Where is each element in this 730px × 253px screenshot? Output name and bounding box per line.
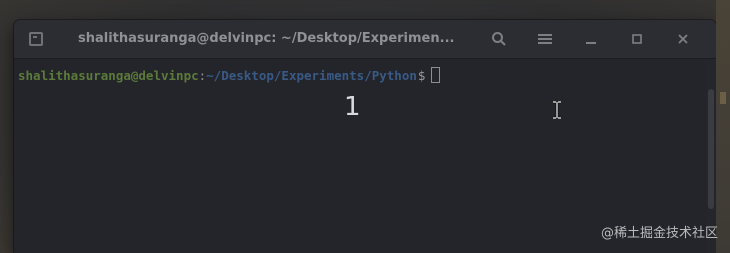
step-number: 1 <box>344 92 361 122</box>
desktop: shalithasuranga@delvinpc: ~/Desktop/Expe… <box>0 0 730 253</box>
prompt-line: shalithasuranga@delvinpc: ~/Desktop/Exper… <box>18 65 702 85</box>
scrollbar-thumb[interactable] <box>708 89 714 209</box>
maximize-button[interactable] <box>614 20 660 58</box>
text-cursor <box>431 67 441 83</box>
new-tab-button[interactable] <box>14 32 58 46</box>
prompt-path: ~/Desktop/Experiments/Python <box>206 67 417 83</box>
prompt-user-host: shalithasuranga@delvinpc <box>18 67 199 83</box>
minimize-icon <box>586 42 596 44</box>
desktop-edge <box>716 0 730 253</box>
hamburger-menu-icon <box>538 34 552 44</box>
minimize-button[interactable] <box>568 20 614 58</box>
menu-button[interactable] <box>522 20 568 58</box>
edge-marker <box>720 92 726 104</box>
window-title: shalithasuranga@delvinpc: ~/Desktop/Expe… <box>78 31 455 46</box>
watermark: @稀土掘金技术社区 <box>600 226 718 241</box>
prompt-colon: : <box>198 67 207 83</box>
search-button[interactable] <box>476 20 522 58</box>
window-controls <box>476 20 706 58</box>
maximize-icon <box>632 34 642 44</box>
close-icon <box>678 34 688 44</box>
search-icon <box>492 32 506 46</box>
ibeam-cursor-icon <box>552 100 562 123</box>
close-button[interactable] <box>660 20 706 58</box>
terminal-window: shalithasuranga@delvinpc: ~/Desktop/Expe… <box>14 20 716 253</box>
prompt-dollar: $ <box>417 67 426 83</box>
new-tab-icon <box>29 32 43 46</box>
title-bar: shalithasuranga@delvinpc: ~/Desktop/Expe… <box>14 20 716 59</box>
